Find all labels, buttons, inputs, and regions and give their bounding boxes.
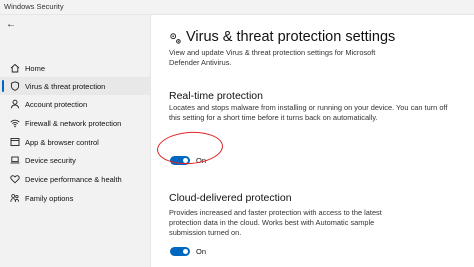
sidebar-item-virus-threat-protection[interactable]: Virus & threat protection [0, 77, 150, 95]
sidebar-item-account-protection[interactable]: Account protection [0, 95, 150, 113]
sidebar-item-label: Virus & threat protection [25, 81, 106, 91]
gear-icon [170, 33, 181, 44]
sidebar-item-app-browser-control[interactable]: App & browser control [0, 133, 150, 151]
home-icon [10, 63, 20, 73]
cloud-delivered-protection-heading: Cloud-delivered protection [169, 192, 292, 204]
back-arrow-icon[interactable]: ← [6, 20, 16, 30]
sidebar-item-label: Home [25, 63, 46, 73]
window-title: Windows Security [4, 2, 64, 11]
laptop-icon [10, 155, 20, 165]
toggle-knob [183, 249, 188, 254]
sidebar-item-home[interactable]: Home [0, 59, 150, 77]
sidebar-item-device-performance-health[interactable]: Device performance & health [0, 170, 150, 188]
sidebar-item-label: Device security [25, 155, 76, 165]
sidebar-item-device-security[interactable]: Device security [0, 151, 150, 169]
cloud-delivered-protection-toggle-label: On [196, 247, 207, 256]
sidebar-item-family-options[interactable]: Family options [0, 189, 150, 207]
shield-icon [10, 81, 20, 91]
sidebar-item-label: Firewall & network protection [25, 118, 122, 128]
person-icon [10, 99, 20, 109]
page-description: View and update Virus & threat protectio… [169, 48, 376, 67]
sidebar-item-label: Device performance & health [25, 174, 122, 184]
cloud-delivered-protection-toggle[interactable] [170, 247, 190, 256]
sidebar: ← Home Virus & threat protection Account… [0, 15, 151, 267]
real-time-protection-heading: Real-time protection [169, 90, 263, 102]
sidebar-item-label: Family options [25, 193, 74, 203]
wifi-icon [10, 118, 20, 128]
family-icon [10, 193, 20, 203]
page-title: Virus & threat protection settings [186, 29, 396, 45]
cloud-delivered-protection-description: Provides increased and faster protection… [169, 208, 382, 237]
sidebar-item-label: Account protection [25, 99, 88, 109]
sidebar-item-firewall-network-protection[interactable]: Firewall & network protection [0, 114, 150, 132]
sidebar-item-label: App & browser control [25, 137, 99, 147]
real-time-protection-description: Locates and stops malware from installin… [169, 103, 448, 122]
title-bar: Windows Security [0, 0, 474, 15]
app-window-icon [10, 137, 20, 147]
heart-icon [10, 174, 20, 184]
